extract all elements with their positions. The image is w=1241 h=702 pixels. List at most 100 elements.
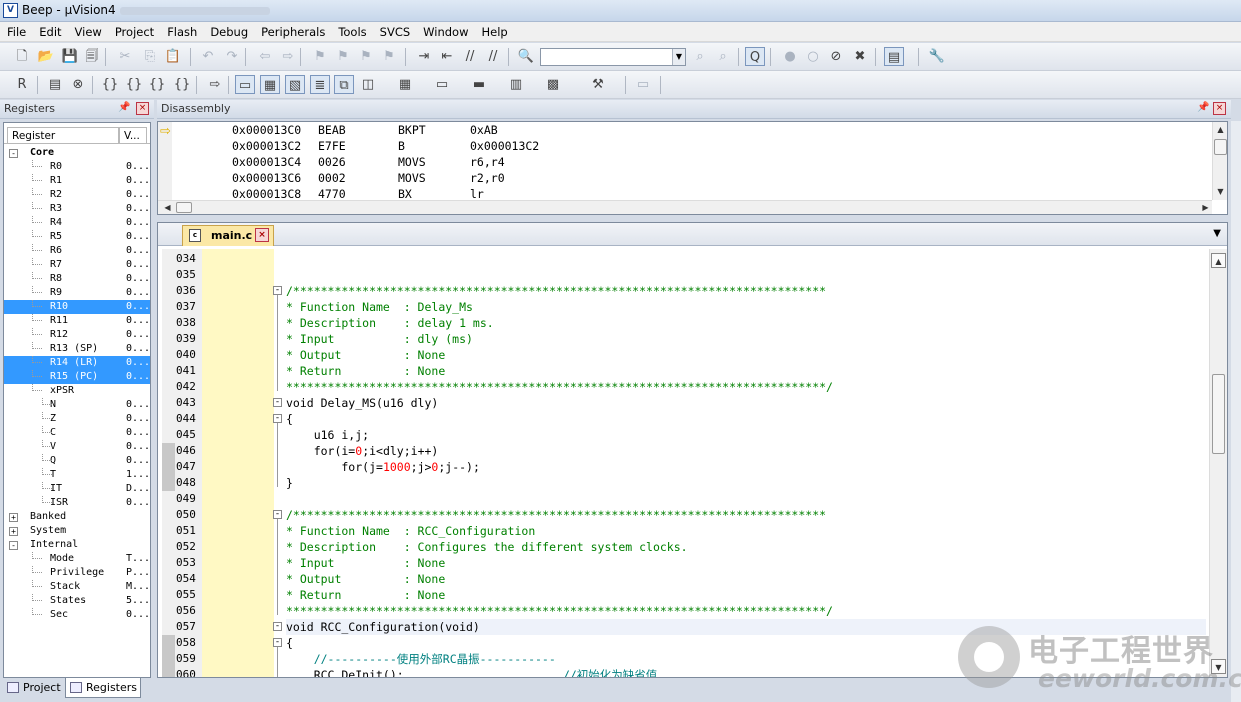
open-folder-icon[interactable]: 📂 (36, 47, 56, 66)
disable-breakpoints-icon[interactable]: ⊘ (826, 47, 846, 66)
register-row[interactable]: + System (4, 524, 150, 538)
close-icon[interactable]: × (1213, 102, 1226, 115)
code-line[interactable]: * Function Name : Delay_Ms (286, 299, 473, 315)
paste-icon[interactable]: 📋 (163, 47, 183, 66)
reset-icon[interactable]: R (12, 75, 32, 94)
register-row[interactable]: Privilege P... (4, 566, 150, 580)
scroll-up-icon[interactable]: ▲ (1211, 253, 1226, 268)
code-line[interactable]: ****************************************… (286, 379, 833, 395)
scroll-up-icon[interactable]: ▲ (1213, 122, 1227, 137)
code-line[interactable]: * Output : None (286, 347, 445, 363)
register-row[interactable]: R2 0... (4, 188, 150, 202)
register-row[interactable]: N 0... (4, 398, 150, 412)
fold-toggle-icon[interactable]: - (273, 398, 282, 407)
cut-icon[interactable]: ✂ (115, 47, 135, 66)
register-row[interactable]: R14 (LR) 0... (4, 356, 150, 370)
register-row[interactable]: R12 0... (4, 328, 150, 342)
register-row[interactable]: R8 0... (4, 272, 150, 286)
tab-registers[interactable]: Registers (65, 678, 141, 698)
serial-window-icon[interactable]: ▭ (432, 75, 452, 94)
menu-help[interactable]: Help (475, 22, 514, 41)
scroll-down-icon[interactable]: ▼ (1213, 184, 1227, 199)
register-row[interactable]: R6 0... (4, 244, 150, 258)
code-line[interactable]: u16 i,j; (286, 427, 369, 443)
register-row[interactable]: R0 0... (4, 160, 150, 174)
editor-window[interactable]: c main.c × ▼ 034 035 036-/****************… (157, 222, 1228, 678)
register-row[interactable]: Z 0... (4, 412, 150, 426)
collapse-icon[interactable]: - (9, 541, 18, 550)
uncomment-icon[interactable]: // (483, 47, 503, 66)
register-row[interactable]: R7 0... (4, 258, 150, 272)
indent-icon[interactable]: ⇥ (414, 47, 434, 66)
hscroll-thumb[interactable] (176, 202, 192, 213)
register-row[interactable]: Stack M... (4, 580, 150, 594)
code-line[interactable]: * Description : delay 1 ms. (286, 315, 494, 331)
register-row[interactable]: Mode T... (4, 552, 150, 566)
close-icon[interactable]: × (136, 102, 149, 115)
comment-icon[interactable]: // (460, 47, 480, 66)
menu-peripherals[interactable]: Peripherals (254, 22, 331, 41)
tab-project[interactable]: Project (3, 678, 65, 698)
code-line[interactable]: RCC_DeInit(); //初始化为缺省值 (286, 667, 658, 677)
insert-breakpoint-icon[interactable]: ● (780, 47, 800, 66)
menu-file[interactable]: File (0, 22, 32, 41)
symbols-window-icon[interactable]: ▧ (285, 75, 305, 94)
code-line[interactable]: * Function Name : RCC_Configuration (286, 523, 535, 539)
debug-session-icon[interactable]: Q (745, 47, 765, 66)
editor-vscroll[interactable]: ▲ ▼ (1209, 249, 1227, 677)
step-over-icon[interactable]: {} (124, 75, 144, 94)
fold-toggle-icon[interactable]: - (273, 414, 282, 423)
code-line[interactable]: void Delay_MS(u16 dly) (286, 395, 438, 411)
fold-toggle-icon[interactable]: - (273, 510, 282, 519)
scroll-thumb[interactable] (1212, 374, 1225, 454)
register-row[interactable]: R9 0... (4, 286, 150, 300)
register-row[interactable]: - Internal (4, 538, 150, 552)
menu-window[interactable]: Window (416, 22, 474, 41)
debug-restore-icon[interactable]: ▭ (633, 75, 653, 94)
fold-toggle-icon[interactable]: - (273, 286, 282, 295)
scroll-thumb[interactable] (1214, 139, 1227, 155)
scroll-down-icon[interactable]: ▼ (1211, 659, 1226, 674)
code-line[interactable]: * Input : dly (ms) (286, 331, 473, 347)
search-combo[interactable]: ▼ (540, 48, 686, 66)
nav-back-icon[interactable]: ⇦ (255, 47, 275, 66)
register-row[interactable]: Sec 0... (4, 608, 150, 622)
show-next-statement-icon[interactable]: ⇨ (205, 75, 225, 94)
disassembly-window[interactable]: ⇨ 0x000013C0 BEAB BKPT 0xAB 0x000013C2 E7FE B 0… (157, 121, 1228, 215)
code-line[interactable]: { (286, 411, 293, 427)
chevron-down-icon[interactable]: ▼ (672, 49, 685, 65)
register-row[interactable]: xPSR (4, 384, 150, 398)
register-row[interactable]: V 0... (4, 440, 150, 454)
fold-toggle-icon[interactable]: - (273, 638, 282, 647)
toolbox-icon[interactable]: ⚒ (588, 75, 608, 94)
code-line[interactable]: /***************************************… (286, 507, 826, 523)
menu-tools[interactable]: Tools (331, 22, 372, 41)
scroll-left-icon[interactable]: ◀ (160, 201, 175, 214)
bookmark-next-icon[interactable]: ⚑ (356, 47, 376, 66)
menu-flash[interactable]: Flash (160, 22, 203, 41)
menu-edit[interactable]: Edit (32, 22, 67, 41)
register-row[interactable]: + Banked (4, 510, 150, 524)
code-line[interactable]: //----------使用外部RC晶振----------- (286, 651, 556, 667)
command-window-icon[interactable]: ▭ (235, 75, 255, 94)
register-row[interactable]: R15 (PC) 0... (4, 370, 150, 384)
pin-icon[interactable]: 📌 (1197, 102, 1209, 113)
copy-icon[interactable]: ⎘ (140, 47, 160, 66)
menu-svcs[interactable]: SVCS (373, 22, 417, 41)
menu-project[interactable]: Project (108, 22, 160, 41)
collapse-icon[interactable]: - (9, 149, 18, 158)
register-row[interactable]: R1 0... (4, 174, 150, 188)
undo-icon[interactable]: ↶ (198, 47, 218, 66)
register-row[interactable]: States 5... (4, 594, 150, 608)
system-viewer-icon[interactable]: ▩ (543, 75, 563, 94)
project-window-icon[interactable]: ▤ (884, 47, 904, 66)
disassembly-vscroll[interactable]: ▲ ▼ (1212, 122, 1227, 200)
code-line[interactable]: /***************************************… (286, 283, 826, 299)
register-row[interactable]: R13 (SP) 0... (4, 342, 150, 356)
tab-main-c[interactable]: c main.c × (182, 225, 274, 246)
incremental-find-icon[interactable]: ⌕ (713, 47, 733, 66)
code-line[interactable]: } (286, 475, 293, 491)
trace-window-icon[interactable]: ▥ (506, 75, 526, 94)
step-out-icon[interactable]: {} (147, 75, 167, 94)
code-line[interactable]: ****************************************… (286, 603, 833, 619)
